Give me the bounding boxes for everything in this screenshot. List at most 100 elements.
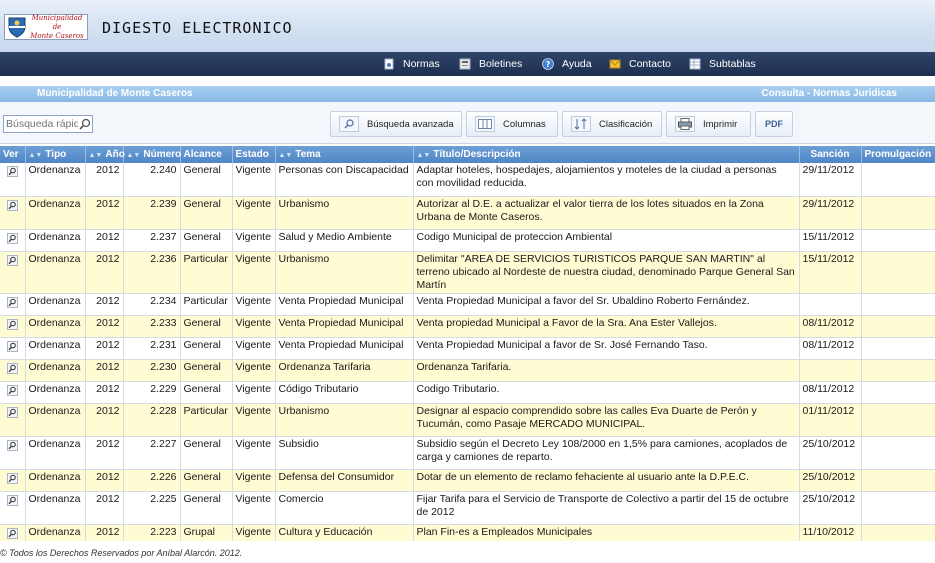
magnifier-icon[interactable] bbox=[6, 166, 18, 177]
view-button[interactable] bbox=[0, 315, 26, 338]
municipality-logo[interactable]: Municipalidad de Monte Caseros bbox=[4, 14, 88, 40]
view-button[interactable] bbox=[0, 524, 26, 541]
view-button[interactable] bbox=[0, 337, 26, 360]
column-header-sancion[interactable]: Sanción bbox=[799, 146, 862, 163]
magnifier-icon[interactable] bbox=[6, 406, 18, 418]
cell-sancion: 08/11/2012 bbox=[799, 315, 862, 338]
main-nav: Normas Boletines ? Ayuda Contacto Subtab… bbox=[0, 52, 935, 76]
cell-sancion: 25/10/2012 bbox=[799, 469, 862, 492]
advanced-search-button[interactable]: Búsqueda avanzada bbox=[330, 111, 462, 137]
nav-item-contacto[interactable]: Contacto bbox=[609, 56, 671, 72]
magnifier-icon[interactable] bbox=[6, 340, 18, 352]
table-row[interactable]: Ordenanza 2012 2.237 General Vigente Salud y … bbox=[0, 229, 935, 252]
column-header-alcance[interactable]: Alcance bbox=[180, 146, 233, 163]
magnifier-icon[interactable] bbox=[6, 494, 18, 506]
cell-alcance: Particular bbox=[180, 251, 233, 294]
table-row[interactable]: Ordenanza 2012 2.228 Particular Vigente Urban… bbox=[0, 403, 935, 437]
table-row[interactable]: Ordenanza 2012 2.240 General Vigente Personas… bbox=[0, 163, 935, 197]
table-row[interactable]: Ordenanza 2012 2.230 General Vigente Ordenanz… bbox=[0, 359, 935, 382]
button-label: Clasificación bbox=[599, 118, 653, 130]
table-row[interactable]: Ordenanza 2012 2.223 Grupal Vigente Cultura y… bbox=[0, 524, 935, 541]
view-button[interactable] bbox=[0, 196, 26, 230]
view-button[interactable] bbox=[0, 251, 26, 294]
newspaper-icon bbox=[459, 58, 471, 70]
magnifier-icon[interactable] bbox=[6, 199, 18, 211]
print-button[interactable]: Imprimir bbox=[666, 111, 751, 137]
cell-tipo: Ordenanza bbox=[25, 524, 86, 541]
nav-item-ayuda[interactable]: ? Ayuda bbox=[542, 56, 592, 72]
view-button[interactable] bbox=[0, 359, 26, 382]
nav-item-subtablas[interactable]: Subtablas bbox=[689, 56, 756, 72]
magnifier-icon[interactable] bbox=[6, 527, 18, 539]
column-header-tipo[interactable]: ▲▼ Tipo bbox=[25, 146, 86, 163]
magnifier-icon[interactable] bbox=[6, 384, 18, 396]
column-header-titulo[interactable]: ▲▼ Título/Descripción bbox=[413, 146, 800, 163]
cell-tema: Urbanismo bbox=[275, 403, 414, 437]
mail-icon bbox=[609, 59, 621, 69]
cell-numero: 2.225 bbox=[123, 491, 181, 525]
column-header-numero[interactable]: ▲▼ Número bbox=[123, 146, 181, 163]
help-icon: ? bbox=[542, 58, 554, 70]
cell-tema: Urbanismo bbox=[275, 251, 414, 294]
cell-promulgacion bbox=[861, 381, 935, 404]
table-row[interactable]: Ordenanza 2012 2.225 General Vigente Comercio… bbox=[0, 491, 935, 525]
cell-promulgacion bbox=[861, 229, 935, 252]
magnifier-icon[interactable] bbox=[6, 439, 18, 451]
magnifier-icon[interactable] bbox=[6, 232, 18, 244]
table-row[interactable]: Ordenanza 2012 2.234 Particular Vigente Venta… bbox=[0, 293, 935, 316]
magnifier-icon[interactable] bbox=[6, 254, 18, 266]
cell-sancion bbox=[799, 359, 862, 382]
nav-label: Boletines bbox=[479, 58, 523, 70]
pdf-button[interactable]: PDF bbox=[755, 111, 793, 137]
nav-item-boletines[interactable]: Boletines bbox=[459, 56, 522, 72]
table-row[interactable]: Ordenanza 2012 2.229 General Vigente Código T… bbox=[0, 381, 935, 404]
column-header-promulgacion[interactable]: Promulgación bbox=[861, 146, 935, 163]
magnifier-icon[interactable] bbox=[6, 362, 18, 374]
site-title: DIGESTO ELECTRONICO bbox=[102, 19, 293, 37]
cell-sancion: 29/11/2012 bbox=[799, 196, 862, 230]
columns-button[interactable]: Columnas bbox=[466, 111, 558, 137]
view-button[interactable] bbox=[0, 403, 26, 437]
cell-tema: Cultura y Educación bbox=[275, 524, 414, 541]
view-button[interactable] bbox=[0, 229, 26, 252]
cell-tipo: Ordenanza bbox=[25, 315, 86, 338]
magnifier-icon[interactable] bbox=[6, 296, 18, 308]
cell-promulgacion bbox=[861, 436, 935, 470]
search-icon bbox=[339, 116, 359, 132]
cell-anio: 2012 bbox=[85, 293, 124, 316]
cell-tipo: Ordenanza bbox=[25, 381, 86, 404]
column-header-tema[interactable]: ▲▼ Tema bbox=[275, 146, 414, 163]
view-button[interactable] bbox=[0, 163, 26, 197]
cell-estado: Vigente bbox=[232, 469, 276, 492]
view-button[interactable] bbox=[0, 293, 26, 316]
cell-promulgacion bbox=[861, 359, 935, 382]
table-row[interactable]: Ordenanza 2012 2.236 Particular Vigente Urban… bbox=[0, 251, 935, 294]
nav-item-normas[interactable]: Normas bbox=[383, 56, 440, 72]
table-row[interactable]: Ordenanza 2012 2.227 General Vigente Subsidio… bbox=[0, 436, 935, 470]
cell-sancion: 01/11/2012 bbox=[799, 403, 862, 437]
table-row[interactable]: Ordenanza 2012 2.226 General Vigente Defensa … bbox=[0, 469, 935, 492]
cell-tema: Urbanismo bbox=[275, 196, 414, 230]
cell-titulo: Codigo Tributario. bbox=[413, 381, 800, 404]
table-row[interactable]: Ordenanza 2012 2.239 General Vigente Urbanism… bbox=[0, 196, 935, 230]
view-button[interactable] bbox=[0, 469, 26, 492]
classification-button[interactable]: Clasificación bbox=[562, 111, 662, 137]
cell-alcance: General bbox=[180, 337, 233, 360]
cell-estado: Vigente bbox=[232, 163, 276, 197]
normas-table: Ver ▲▼ Tipo ▲▼ Año ▲▼ Número Alcance Estado… bbox=[0, 146, 935, 541]
cell-numero: 2.233 bbox=[123, 315, 181, 338]
column-header-estado[interactable]: Estado bbox=[232, 146, 276, 163]
magnifier-icon[interactable] bbox=[6, 318, 18, 330]
view-button[interactable] bbox=[0, 381, 26, 404]
quick-search-input[interactable] bbox=[4, 118, 78, 130]
search-icon[interactable] bbox=[78, 117, 92, 131]
table-row[interactable]: Ordenanza 2012 2.233 General Vigente Venta Pr… bbox=[0, 315, 935, 338]
view-button[interactable] bbox=[0, 436, 26, 470]
cell-tipo: Ordenanza bbox=[25, 491, 86, 525]
column-header-anio[interactable]: ▲▼ Año bbox=[85, 146, 125, 163]
table-row[interactable]: Ordenanza 2012 2.231 General Vigente Venta Pr… bbox=[0, 337, 935, 360]
view-button[interactable] bbox=[0, 491, 26, 525]
column-header-ver[interactable]: Ver bbox=[0, 146, 26, 163]
magnifier-icon[interactable] bbox=[6, 472, 18, 484]
cell-estado: Vigente bbox=[232, 524, 276, 541]
